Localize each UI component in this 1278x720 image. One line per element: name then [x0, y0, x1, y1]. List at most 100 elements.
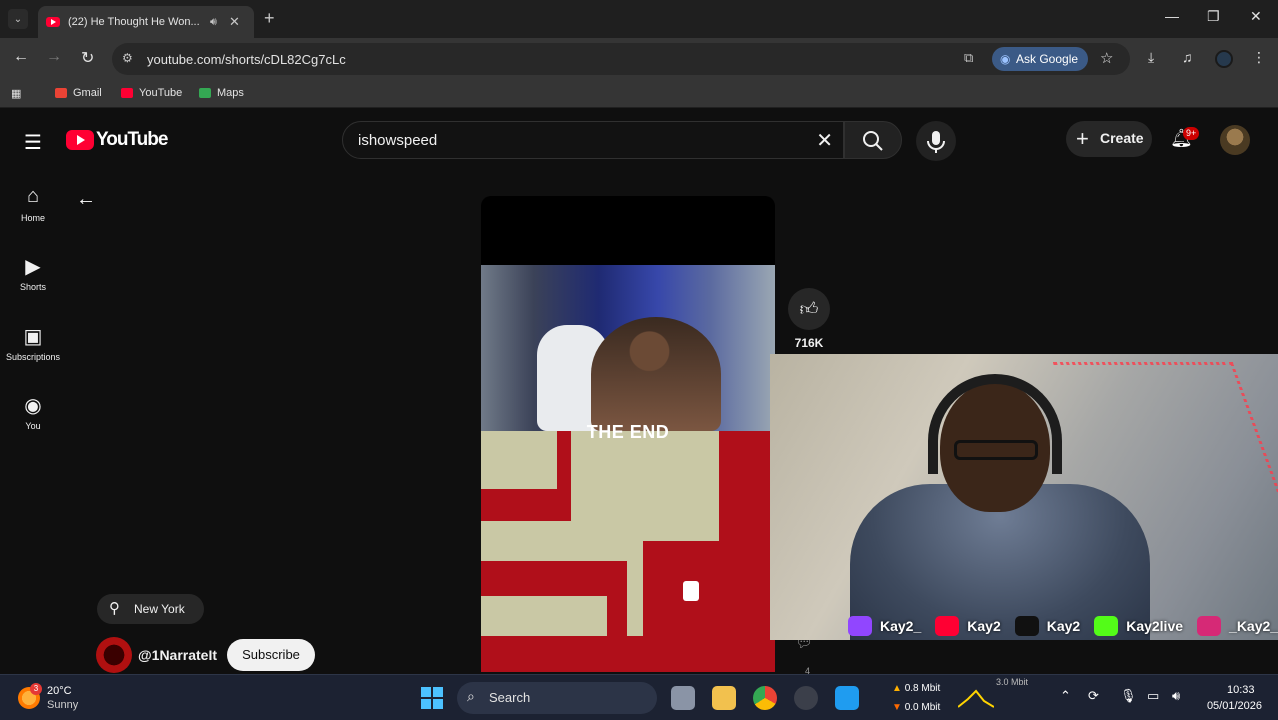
bookmark-maps[interactable]: Maps: [199, 87, 244, 99]
start-button[interactable]: [421, 687, 443, 709]
tab-title: (22) He Thought He Won...: [68, 16, 200, 28]
profile-avatar[interactable]: [1215, 50, 1233, 68]
bookmark-label: Gmail: [73, 87, 102, 99]
obs-icon[interactable]: [794, 686, 818, 710]
location-chip[interactable]: ⚲ New York: [97, 594, 204, 624]
bookmark-gmail[interactable]: Gmail: [55, 87, 102, 99]
show-hidden-icons-icon[interactable]: ⌃: [1060, 688, 1071, 704]
menu-kebab-icon[interactable]: ⋮: [1252, 49, 1266, 66]
streamer-figure: [591, 317, 721, 431]
temperature[interactable]: 20°C: [47, 685, 72, 697]
media-controls-icon[interactable]: ♫: [1182, 49, 1193, 65]
search-query[interactable]: ishowspeed: [358, 132, 437, 149]
back-arrow-icon[interactable]: ←: [76, 188, 96, 211]
address-bar[interactable]: ⚙ youtube.com/shorts/cDL82Cg7cLc ⧉ ◉ Ask …: [112, 43, 1130, 75]
game-wall: [571, 431, 627, 561]
task-view-icon[interactable]: [671, 686, 695, 710]
downloads-icon[interactable]: ⤓: [1148, 49, 1154, 66]
clock-time[interactable]: 10:33: [1227, 684, 1255, 696]
bookmarks-bar: ▦ Gmail YouTube Maps: [0, 80, 1278, 108]
maximize-button[interactable]: ❐: [1207, 8, 1220, 25]
microphone-icon: [927, 131, 945, 153]
file-explorer-icon[interactable]: [712, 686, 736, 710]
guide-menu-icon[interactable]: ☰: [24, 130, 42, 155]
clock-date[interactable]: 05/01/2026: [1200, 700, 1262, 712]
guide-label: Shorts: [19, 282, 46, 292]
reload-icon[interactable]: ↻: [81, 48, 94, 68]
location-pin-icon: ⚲: [109, 600, 120, 617]
youtube-play-icon: [66, 130, 94, 150]
location-label: New York: [134, 602, 185, 616]
like-count: 716K: [794, 336, 824, 350]
vscode-icon[interactable]: [835, 686, 859, 710]
volume-icon[interactable]: 🔊︎: [1172, 688, 1180, 704]
like-button[interactable]: 👍︎: [788, 288, 830, 330]
guide-item-home[interactable]: ⌂ Home: [0, 185, 66, 223]
video-game-scene: [481, 431, 775, 672]
bookmark-label: YouTube: [139, 87, 183, 99]
tab-close-icon[interactable]: ✕: [229, 14, 240, 30]
ask-google-button[interactable]: ◉ Ask Google: [992, 47, 1089, 71]
speaker-icon[interactable]: 🔊︎: [210, 16, 217, 29]
bookmark-star-icon[interactable]: ☆: [1100, 49, 1113, 67]
social-handle: Kay2_: [880, 618, 922, 634]
sync-icon[interactable]: ⟳: [1088, 688, 1099, 704]
guide-item-subscriptions[interactable]: ▣ Subscriptions: [0, 324, 66, 362]
account-avatar[interactable]: [1220, 125, 1250, 155]
new-tab-button[interactable]: +: [264, 8, 275, 29]
download-value: 0.0 Mbit: [904, 702, 941, 713]
guide-item-shorts[interactable]: ▶︎ Shorts: [0, 254, 66, 292]
youtube-logo-text: YouTube: [96, 129, 168, 150]
chrome-icon[interactable]: [753, 686, 777, 710]
subscribe-button[interactable]: Subscribe: [227, 639, 315, 671]
url-text[interactable]: youtube.com/shorts/cDL82Cg7cLc: [147, 52, 346, 67]
site-info-icon[interactable]: ⚙: [122, 51, 133, 65]
google-lens-icon: ◉: [1000, 52, 1011, 66]
social-handle: Kay2: [967, 618, 1001, 634]
maps-icon: [199, 88, 211, 98]
shorts-video-player[interactable]: THE END: [481, 196, 775, 672]
taskbar-search-label: Search: [489, 690, 531, 705]
network-upload-speed: ▲ 0.8 Mbit: [892, 683, 940, 694]
minimize-button[interactable]: —: [1165, 8, 1179, 24]
close-window-button[interactable]: ✕: [1250, 8, 1262, 25]
guide-label: You: [25, 421, 41, 431]
shorts-icon: ▶︎: [25, 256, 41, 278]
social-handle: _Kay2_: [1229, 618, 1278, 634]
network-icon[interactable]: ▭: [1147, 688, 1159, 704]
youtube-logo[interactable]: YouTube: [66, 129, 168, 151]
network-download-speed: ▼ 0.0 Mbit: [892, 702, 940, 713]
taskbar-search[interactable]: ⌕ Search: [457, 682, 657, 714]
tab-search-icon[interactable]: ⌄: [8, 9, 28, 29]
social-handle: Kay2live: [1126, 618, 1184, 634]
weather-condition[interactable]: Sunny: [47, 699, 78, 711]
channel-avatar[interactable]: [96, 637, 132, 673]
create-button[interactable]: + Create: [1066, 121, 1152, 157]
microphone-icon[interactable]: 🎙︎: [1120, 688, 1137, 704]
back-icon[interactable]: ←: [13, 48, 29, 66]
clear-search-icon[interactable]: ✕: [816, 128, 833, 153]
windows-taskbar: 3 20°C Sunny ⌕ Search ▲ 0.8 Mbit ▼ 0.0 Mb…: [0, 674, 1278, 720]
social-handles: Kay2_ Kay2 Kay2 Kay2live _Kay2_: [848, 616, 1278, 636]
bookmark-youtube[interactable]: YouTube: [121, 87, 182, 99]
install-app-icon[interactable]: ⧉: [964, 50, 973, 66]
guide-item-you[interactable]: ◉ You: [0, 393, 66, 431]
voice-search-button[interactable]: [916, 121, 956, 161]
channel-name[interactable]: @1NarrateIt: [138, 647, 217, 663]
you-icon: ◉: [24, 395, 42, 417]
create-label: Create: [1100, 130, 1144, 146]
search-button[interactable]: [844, 121, 902, 159]
upload-value: 0.8 Mbit: [904, 683, 941, 694]
social-handle: Kay2: [1046, 618, 1081, 634]
browser-tab-active[interactable]: (22) He Thought He Won... 🔊︎ ✕: [38, 6, 254, 38]
forward-icon[interactable]: →: [46, 48, 62, 66]
apps-grid-icon[interactable]: ▦: [11, 87, 21, 100]
game-door: [683, 581, 699, 601]
youtube-icon: [935, 616, 960, 636]
game-wall: [627, 431, 719, 541]
guide-label: Subscriptions: [5, 352, 61, 362]
youtube-favicon-icon: [46, 17, 60, 27]
instagram-icon: [1197, 616, 1222, 636]
search-input[interactable]: ishowspeed ✕: [342, 121, 844, 159]
ask-google-label: Ask Google: [1016, 52, 1079, 66]
